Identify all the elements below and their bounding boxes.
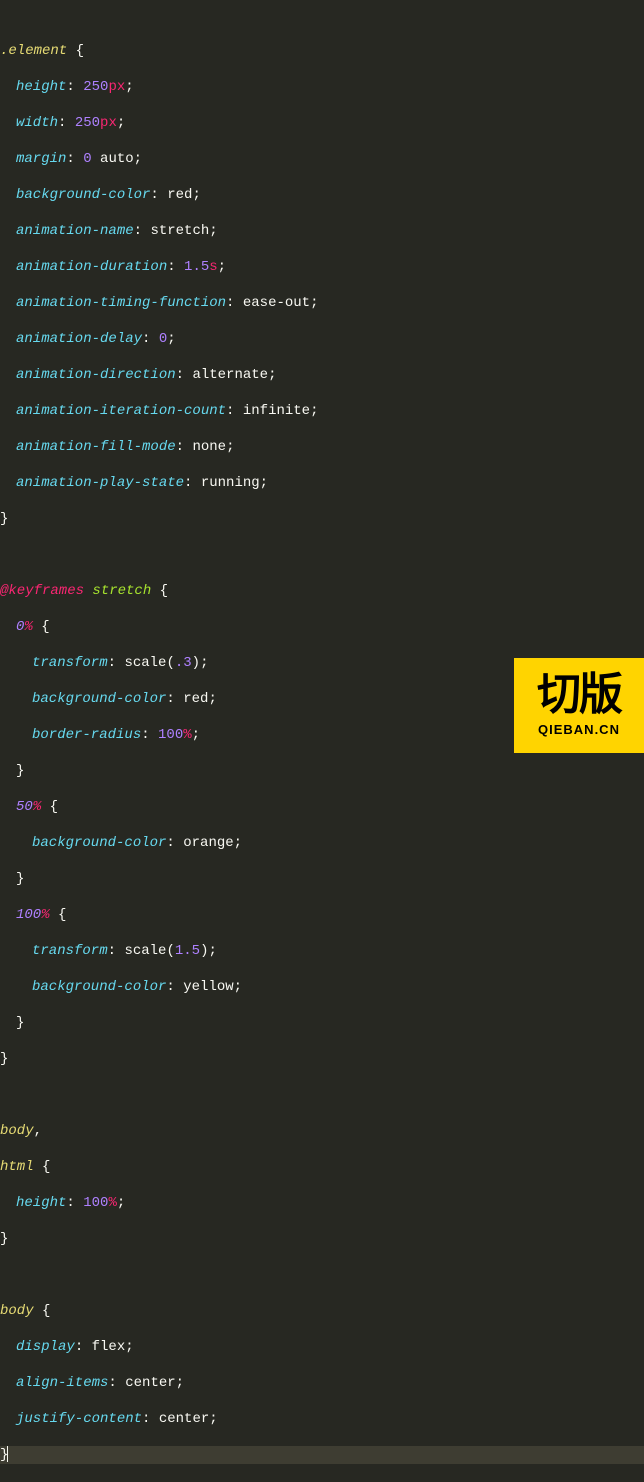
text-cursor [7,1446,8,1462]
css-atrule: @keyframes [0,583,84,599]
css-property: height [16,79,66,95]
watermark-main: 切版 [537,673,621,717]
watermark-sub: QIEBAN.CN [538,721,620,739]
cursor-line[interactable]: } [0,1446,644,1464]
css-selector: .element [0,43,67,59]
watermark-badge: 切版 QIEBAN.CN [514,658,644,753]
